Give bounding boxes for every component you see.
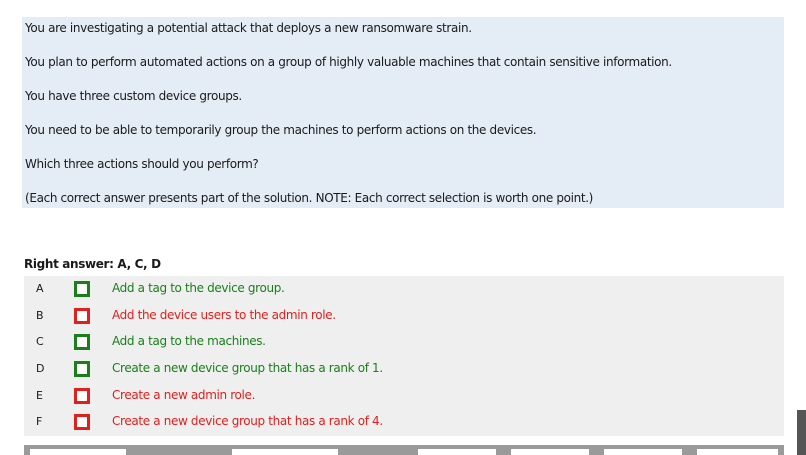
toolbar-segment[interactable] [30,449,126,455]
option-a[interactable]: A Add a tag to the device group. [24,276,784,302]
option-letter: A [36,282,44,295]
incorrect-checkbox-icon[interactable] [74,414,90,430]
correct-checkbox-icon[interactable] [74,361,90,377]
option-text: Add a tag to the device group. [112,281,285,295]
option-text: Create a new device group that has a ran… [112,414,383,428]
option-letter: E [36,389,43,402]
option-letter: C [36,335,44,348]
incorrect-checkbox-icon[interactable] [74,388,90,404]
toolbar-segment[interactable] [511,449,589,455]
toolbar-segment[interactable] [418,449,496,455]
option-text: Create a new device group that has a ran… [112,361,383,375]
option-letter: B [36,309,44,322]
question-line-4: You need to be able to temporarily group… [25,123,537,137]
question-line-3: You have three custom device groups. [25,89,242,103]
option-letter: D [36,362,45,375]
option-f[interactable]: F Create a new device group that has a r… [24,409,784,435]
toolbar-segment[interactable] [604,449,682,455]
question-panel: You are investigating a potential attack… [22,17,784,208]
toolbar-segment[interactable] [697,449,778,455]
toolbar-segment[interactable] [232,449,338,455]
scrollbar-thumb[interactable] [797,410,806,455]
bottom-toolbar [24,445,784,455]
question-line-1: You are investigating a potential attack… [25,21,472,35]
incorrect-checkbox-icon[interactable] [74,308,90,324]
option-e[interactable]: E Create a new admin role. [24,383,784,409]
option-c[interactable]: C Add a tag to the machines. [24,329,784,355]
options-list: A Add a tag to the device group. B Add t… [24,276,784,436]
option-text: Add a tag to the machines. [112,334,266,348]
correct-checkbox-icon[interactable] [74,334,90,350]
option-text: Create a new admin role. [112,388,256,402]
option-b[interactable]: B Add the device users to the admin role… [24,303,784,329]
question-line-6: (Each correct answer presents part of th… [25,191,594,205]
question-line-2: You plan to perform automated actions on… [25,55,672,69]
option-letter: F [36,415,43,428]
correct-checkbox-icon[interactable] [74,281,90,297]
question-line-5: Which three actions should you perform? [25,157,259,171]
right-answer-heading: Right answer: A, C, D [24,257,161,271]
option-d[interactable]: D Create a new device group that has a r… [24,356,784,382]
option-text: Add the device users to the admin role. [112,308,336,322]
